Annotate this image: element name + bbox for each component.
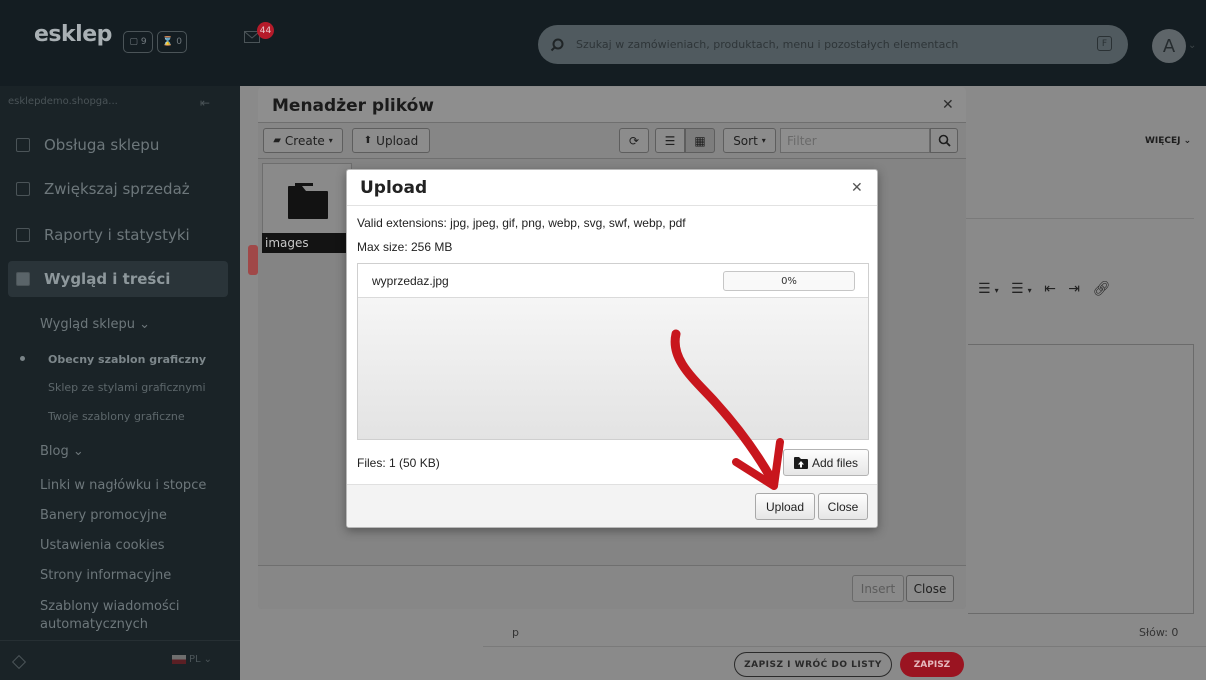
indent-icon[interactable]: ⇥ (1068, 281, 1084, 297)
search-input[interactable]: Szukaj w zamówieniach, produktach, menu … (538, 25, 1128, 64)
avatar[interactable]: A (1152, 29, 1186, 63)
close-button[interactable]: Close (818, 493, 868, 520)
folder-icon (288, 183, 328, 219)
editor-toolbar: ☰▾ ☰▾ ⇤ ⇥ 🔗︎ (978, 281, 1114, 297)
orders-count: 9 (140, 37, 147, 47)
list-item: wyprzedaz.jpg 0% (358, 264, 868, 298)
files-summary: Files: 1 (50 KB) (357, 456, 440, 470)
shop-domain[interactable]: esklepdemo.shopga... (8, 96, 118, 107)
filter-input[interactable]: Filter (780, 128, 930, 153)
editor-path: p (512, 626, 519, 639)
language-label: PL (189, 654, 201, 665)
progress-bar: 0% (723, 271, 855, 291)
clipboard-icon (16, 228, 30, 242)
sidebar-item-label: Wygląd i treści (44, 270, 171, 288)
pending-count: 0 (176, 37, 182, 47)
modal-title: Menadżer plików (272, 96, 434, 116)
sidebar-item-increase-sales[interactable]: Zwiększaj sprzedaż (0, 167, 240, 211)
button-label: Create (284, 133, 325, 148)
progress-label: 0% (781, 275, 797, 287)
mail-count-badge: 44 (257, 22, 274, 39)
close-button[interactable]: Close (906, 575, 954, 602)
sidebar-group-blog[interactable]: Blog ⌄ (40, 444, 84, 459)
max-size: Max size: 256 MB (357, 240, 453, 254)
chevron-down-icon: ▾ (761, 136, 766, 145)
chevron-down-icon: ▾ (328, 136, 333, 145)
numbered-list-icon[interactable]: ☰ (1011, 281, 1028, 297)
image-icon (16, 272, 30, 286)
active-dot-icon (20, 356, 25, 361)
sidebar-item-store-service[interactable]: Obsługa sklepu (0, 123, 240, 167)
sidebar-item-info-pages[interactable]: Strony informacyjne (40, 568, 171, 583)
chevron-down-icon: ⌄ (1183, 136, 1192, 146)
chart-icon (16, 182, 30, 196)
chevron-down-icon: ⌄ (203, 654, 212, 665)
create-button[interactable]: ▰ Create ▾ (263, 128, 343, 153)
sidebar-item-label: Raporty i statystyki (44, 226, 190, 244)
refresh-icon[interactable]: ⟳ (619, 128, 649, 153)
insert-button[interactable]: Insert (852, 575, 904, 602)
search-placeholder: Szukaj w zamówieniach, produktach, menu … (576, 38, 959, 51)
sidebar-item-label: Obsługa sklepu (44, 136, 160, 154)
annotation-arrow-icon (670, 329, 784, 490)
upload-button[interactable]: ⬆ Upload (352, 128, 430, 153)
chevron-down-icon[interactable]: ⌄ (1188, 40, 1196, 51)
list-view-icon[interactable]: ☰ (655, 128, 685, 153)
sidebar-item-reports[interactable]: Raporty i statystyki (0, 213, 240, 257)
link-icon[interactable]: 🔗︎ (1092, 281, 1114, 297)
divider (966, 218, 1194, 219)
sidebar-item-header-footer-links[interactable]: Linki w nagłówku i stopce (40, 478, 206, 493)
chevron-down-icon[interactable]: ▾ (1028, 286, 1036, 295)
sidebar-item-appearance[interactable]: Wygląd i treści (0, 257, 240, 301)
folder-name[interactable]: images (262, 233, 352, 253)
sidebar-item-your-themes[interactable]: Twoje szablony graficzne (48, 410, 185, 423)
sort-button[interactable]: Sort ▾ (723, 128, 776, 153)
hourglass-icon: ⌛ (162, 37, 174, 47)
editor-area[interactable] (968, 344, 1194, 614)
cart-icon (16, 138, 30, 152)
orders-badge[interactable]: ▢ 9 (123, 31, 153, 53)
button-label: Sort (733, 133, 758, 148)
word-count: Słów: 0 (1139, 626, 1179, 639)
upload-icon: ⬆ (363, 135, 373, 146)
dialog-title: Upload (360, 178, 428, 198)
chevron-down-icon[interactable]: ▾ (995, 286, 1003, 295)
pending-badge[interactable]: ⌛ 0 (157, 31, 187, 53)
close-icon[interactable]: ✕ (942, 97, 954, 113)
group-label: Wygląd sklepu (40, 317, 135, 332)
group-label: Blog (40, 444, 69, 459)
sidebar-item-current-theme[interactable]: Obecny szablon graficzny (48, 353, 206, 366)
search-shortcut-key: F (1097, 36, 1112, 51)
sidebar-item-promo-banners[interactable]: Banery promocyjne (40, 508, 167, 523)
sidebar-item-styled-shop[interactable]: Sklep ze stylami graficznymi (48, 381, 206, 394)
sidebar-group-shop-appearance[interactable]: Wygląd sklepu ⌄ (40, 317, 150, 332)
save-button[interactable]: ZAPISZ (900, 652, 964, 677)
file-name: wyprzedaz.jpg (372, 274, 449, 288)
collapse-sidebar-icon[interactable]: ⇤ (200, 96, 210, 110)
folder-plus-icon: ▰ (273, 135, 281, 146)
more-label: WIĘCEJ (1145, 136, 1181, 146)
grid-view-icon[interactable]: ▦ (685, 128, 715, 153)
logo[interactable]: esklep (34, 22, 112, 47)
outdent-icon[interactable]: ⇤ (1044, 281, 1060, 297)
button-label: Upload (376, 133, 419, 148)
search-icon (550, 38, 564, 51)
bullet-list-icon[interactable]: ☰ (978, 281, 995, 297)
close-icon[interactable]: ✕ (851, 180, 863, 196)
sidebar-item-label: Zwiększaj sprzedaż (44, 180, 190, 198)
language-selector[interactable]: PL ⌄ (172, 654, 212, 665)
search-icon[interactable] (930, 128, 958, 153)
save-and-back-button[interactable]: ZAPISZ I WRÓĆ DO LISTY (734, 652, 892, 677)
valid-extensions: Valid extensions: jpg, jpeg, gif, png, w… (357, 216, 686, 230)
sidebar-item-message-templates[interactable]: Szablony wiadomości automatycznych (40, 598, 210, 634)
box-icon: ▢ (129, 37, 138, 47)
button-label: Add files (811, 455, 859, 470)
sidebar-item-cookie-settings[interactable]: Ustawienia cookies (40, 538, 165, 553)
side-tab[interactable] (248, 245, 258, 275)
chevron-down-icon: ⌄ (139, 317, 150, 332)
flag-pl-icon (172, 655, 186, 664)
more-menu[interactable]: WIĘCEJ ⌄ (1145, 136, 1191, 146)
chevron-down-icon: ⌄ (72, 444, 84, 459)
